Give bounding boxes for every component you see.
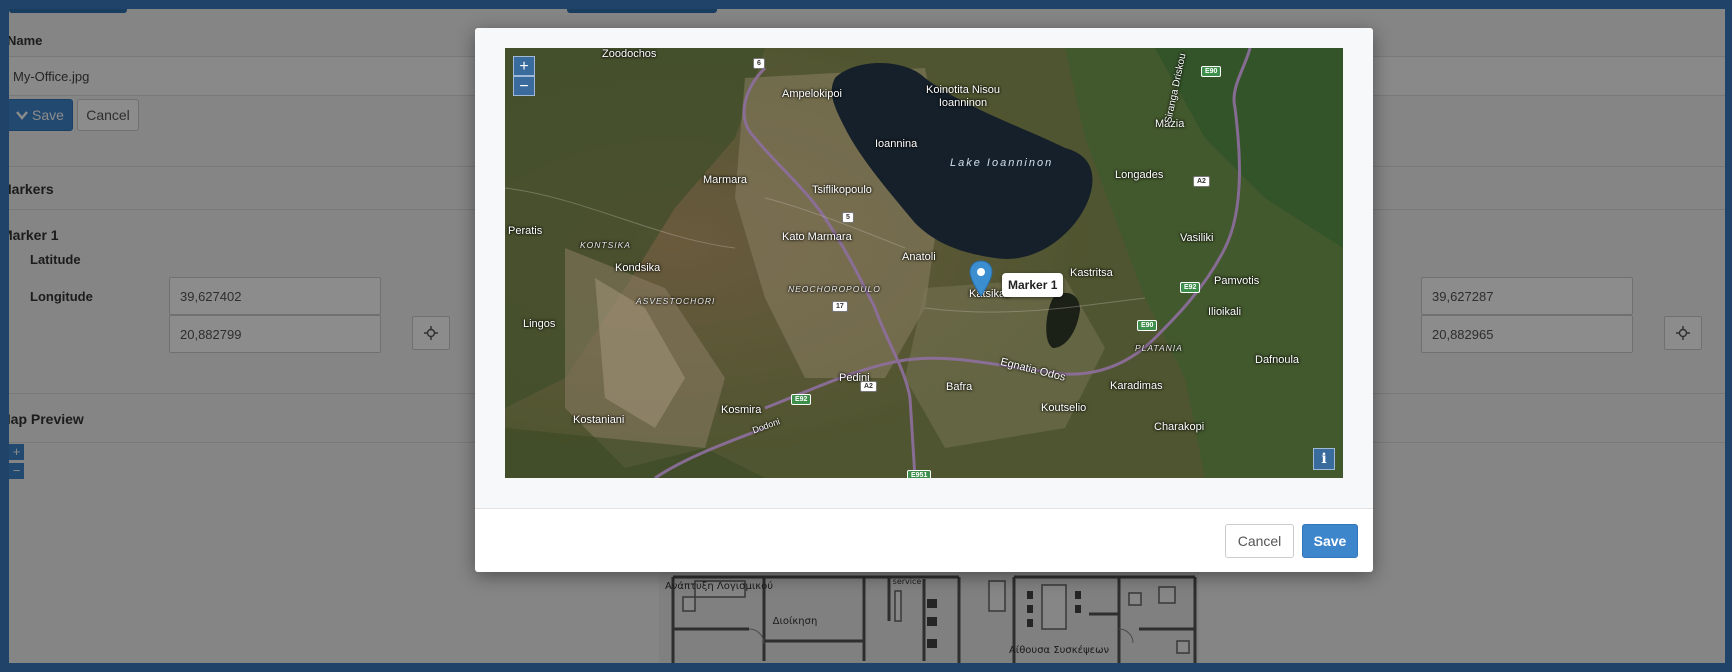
map-label-place: Ampelokipoi: [782, 88, 842, 100]
map-label-place: Koinotita Nisou Ioanninon: [926, 84, 1000, 109]
map-label-place: Tsiflikopoulo: [812, 184, 872, 196]
map-label-area: NEOCHOROPOULO: [788, 284, 881, 294]
road-shield: E92: [1180, 282, 1201, 293]
map-label-place: Bafra: [946, 381, 973, 393]
map-label-place: Lingos: [523, 318, 556, 330]
map-label-place: Koutselio: [1041, 402, 1087, 414]
map-label-place: Karadimas: [1110, 380, 1163, 392]
map-label-place: Kastritsa: [1070, 267, 1113, 279]
modal-save-button[interactable]: Save: [1302, 524, 1358, 558]
map-pin-icon[interactable]: [968, 260, 994, 298]
map-label-place: Marmara: [703, 174, 748, 186]
map-zoom-out-button[interactable]: −: [513, 76, 535, 96]
map-label-place: Kosmira: [721, 404, 762, 416]
info-icon[interactable]: i: [1313, 448, 1335, 470]
map-label-place: Zoodochos: [602, 48, 657, 60]
map-label-place: Peratis: [508, 225, 543, 237]
map-label-area: PLATANIA: [1135, 343, 1183, 353]
satellite-map[interactable]: + − Zoodochos Ampelokipoi Koinotita Niso…: [505, 48, 1343, 478]
road-shield: E951: [907, 470, 932, 478]
map-label-lake: Lake Ioanninon: [950, 157, 1054, 169]
road-shield: A2: [1193, 176, 1210, 187]
map-label-place: Charakopi: [1154, 421, 1205, 433]
road-shield: 17: [832, 301, 848, 312]
map-label-place: Vasiliki: [1180, 232, 1214, 244]
road-shield: A2: [860, 381, 877, 392]
map-label-place: Anatoli: [902, 251, 936, 263]
map-zoom-in-button[interactable]: +: [513, 56, 535, 76]
map-modal: + − Zoodochos Ampelokipoi Koinotita Niso…: [475, 28, 1373, 572]
map-label-place: Kato Marmara: [782, 231, 852, 243]
road-shield: E90: [1137, 320, 1158, 331]
modal-save-label: Save: [1313, 533, 1347, 549]
map-label-area: ASVESTOCHORI: [636, 296, 716, 306]
map-label-place: Kostaniani: [573, 414, 625, 426]
map-label-place: Ioannina: [875, 138, 918, 150]
road-shield: 5: [842, 212, 854, 223]
map-label-place: Kondsika: [615, 262, 661, 274]
road-shield: E90: [1201, 66, 1222, 77]
road-shield: E92: [791, 394, 812, 405]
map-label-place: Ilioikali: [1208, 306, 1242, 318]
map-label-place: Longades: [1115, 169, 1164, 181]
road-shield: 6: [753, 58, 765, 69]
marker-tooltip: Marker 1: [1002, 273, 1064, 297]
map-label-place: Pamvotis: [1214, 275, 1260, 287]
modal-cancel-label: Cancel: [1237, 533, 1282, 549]
map-label-area: KONTSIKA: [580, 240, 631, 250]
map-label-place: Dafnoula: [1255, 354, 1300, 366]
modal-cancel-button[interactable]: Cancel: [1225, 524, 1294, 558]
